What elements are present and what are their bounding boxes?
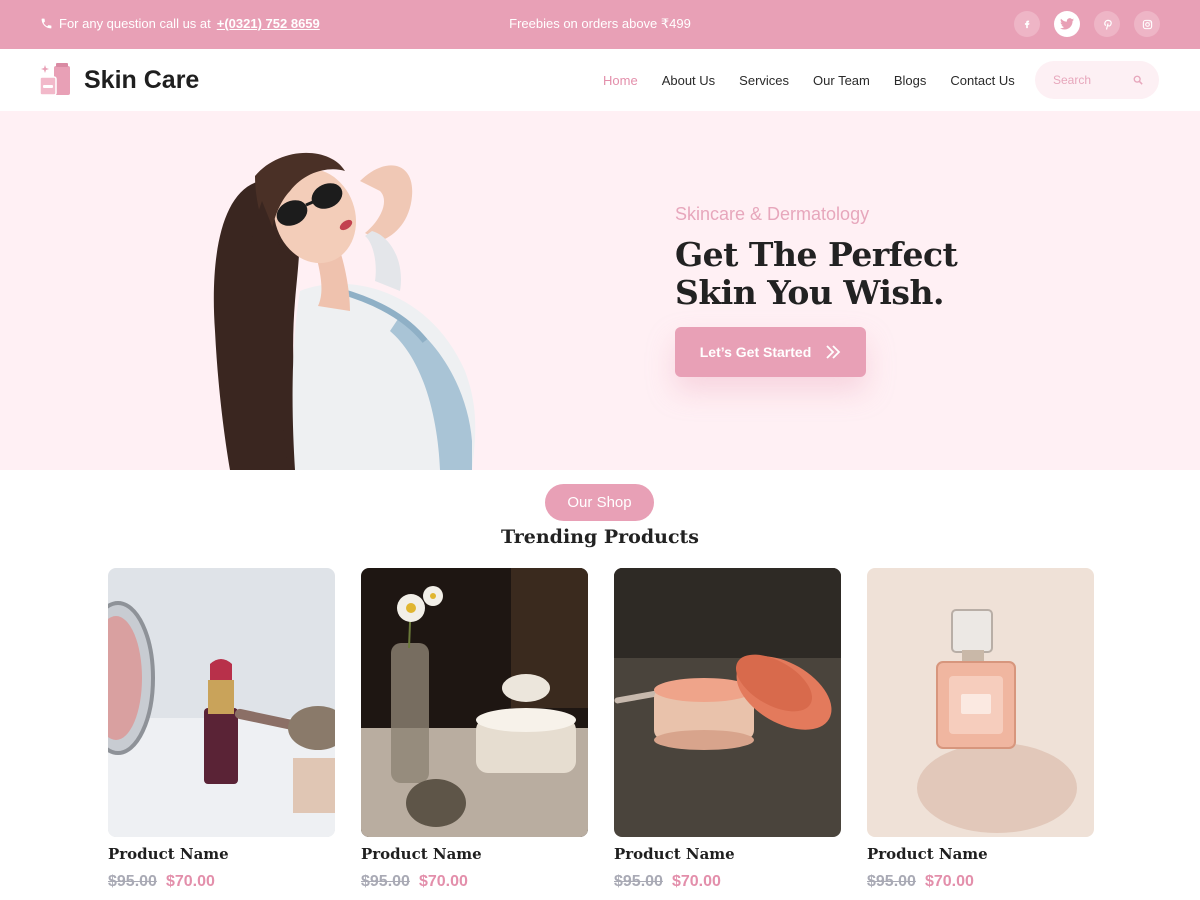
facebook-icon[interactable] (1014, 11, 1040, 37)
nav-services[interactable]: Services (739, 73, 789, 88)
product-card[interactable]: Product Name $95.00 $70.00 (614, 568, 841, 891)
hero-eyebrow: Skincare & Dermatology (675, 204, 870, 224)
product-card[interactable]: Product Name $95.00 $70.00 (361, 568, 588, 891)
section-title: Trending Products (501, 526, 699, 548)
old-price: $95.00 (108, 873, 157, 890)
sale-price: $70.00 (924, 873, 974, 890)
our-shop-badge: Our Shop (545, 484, 654, 521)
skincare-logo-icon (40, 63, 70, 96)
twitter-icon[interactable] (1054, 11, 1080, 37)
phone-icon (41, 18, 52, 29)
product-name[interactable]: Product Name (867, 845, 1094, 863)
price-row: $95.00 $70.00 (614, 873, 841, 891)
phone-link[interactable]: +(0321) 752 8659 (217, 16, 320, 31)
brand-logo[interactable]: Skin Care (40, 63, 199, 97)
product-name[interactable]: Product Name (108, 845, 335, 863)
get-started-button[interactable]: Let’s Get Started (675, 327, 866, 377)
old-price: $95.00 (867, 873, 916, 890)
headline-line-1: Get The Perfect (675, 235, 958, 274)
cream-jars-flowers-photo[interactable] (361, 568, 588, 837)
old-price: $95.00 (614, 873, 663, 890)
nav-our-team[interactable]: Our Team (813, 73, 870, 88)
product-name[interactable]: Product Name (361, 845, 588, 863)
hero-headline: Get The Perfect Skin You Wish. (675, 236, 975, 312)
contact-info: For any question call us at +(0321) 752 … (40, 16, 320, 31)
nav-contact-us[interactable]: Contact Us (950, 73, 1014, 88)
headline-line-2: Skin You Wish. (675, 273, 944, 312)
search-input[interactable] (1053, 73, 1123, 87)
perfume-bottle-photo[interactable] (867, 568, 1094, 837)
lipstick-mirror-photo[interactable] (108, 568, 335, 837)
hero-banner: Skincare & Dermatology Get The Perfect S… (0, 111, 1200, 470)
product-card[interactable]: Product Name $95.00 $70.00 (108, 568, 335, 891)
double-chevron-right-icon (826, 345, 841, 359)
sale-price: $70.00 (165, 873, 215, 890)
price-row: $95.00 $70.00 (867, 873, 1094, 891)
product-card[interactable]: Product Name $95.00 $70.00 (867, 568, 1094, 891)
nav-blogs[interactable]: Blogs (894, 73, 927, 88)
top-bar: For any question call us at +(0321) 752 … (0, 0, 1200, 49)
nav-about-us[interactable]: About Us (662, 73, 715, 88)
hero-woman-image (213, 152, 476, 470)
search-box (1035, 61, 1159, 99)
price-row: $95.00 $70.00 (108, 873, 335, 891)
product-name[interactable]: Product Name (614, 845, 841, 863)
price-row: $95.00 $70.00 (361, 873, 588, 891)
get-started-label: Let’s Get Started (699, 344, 812, 360)
social-links (1014, 11, 1160, 37)
pinterest-icon[interactable] (1094, 11, 1120, 37)
sale-price: $70.00 (418, 873, 468, 890)
sale-price: $70.00 (671, 873, 721, 890)
call-text: For any question call us at (59, 16, 211, 31)
old-price: $95.00 (361, 873, 410, 890)
site-header: Skin Care Home About Us Services Our Tea… (0, 49, 1200, 111)
search-icon[interactable] (1133, 75, 1143, 85)
brand-name: Skin Care (84, 65, 200, 94)
instagram-icon[interactable] (1134, 11, 1160, 37)
nav-home[interactable]: Home (603, 73, 638, 88)
main-nav: Home About Us Services Our Team Blogs Co… (603, 73, 1015, 88)
blush-jar-photo[interactable] (614, 568, 841, 837)
product-grid: Product Name $95.00 $70.00 Product Name … (108, 568, 1094, 891)
